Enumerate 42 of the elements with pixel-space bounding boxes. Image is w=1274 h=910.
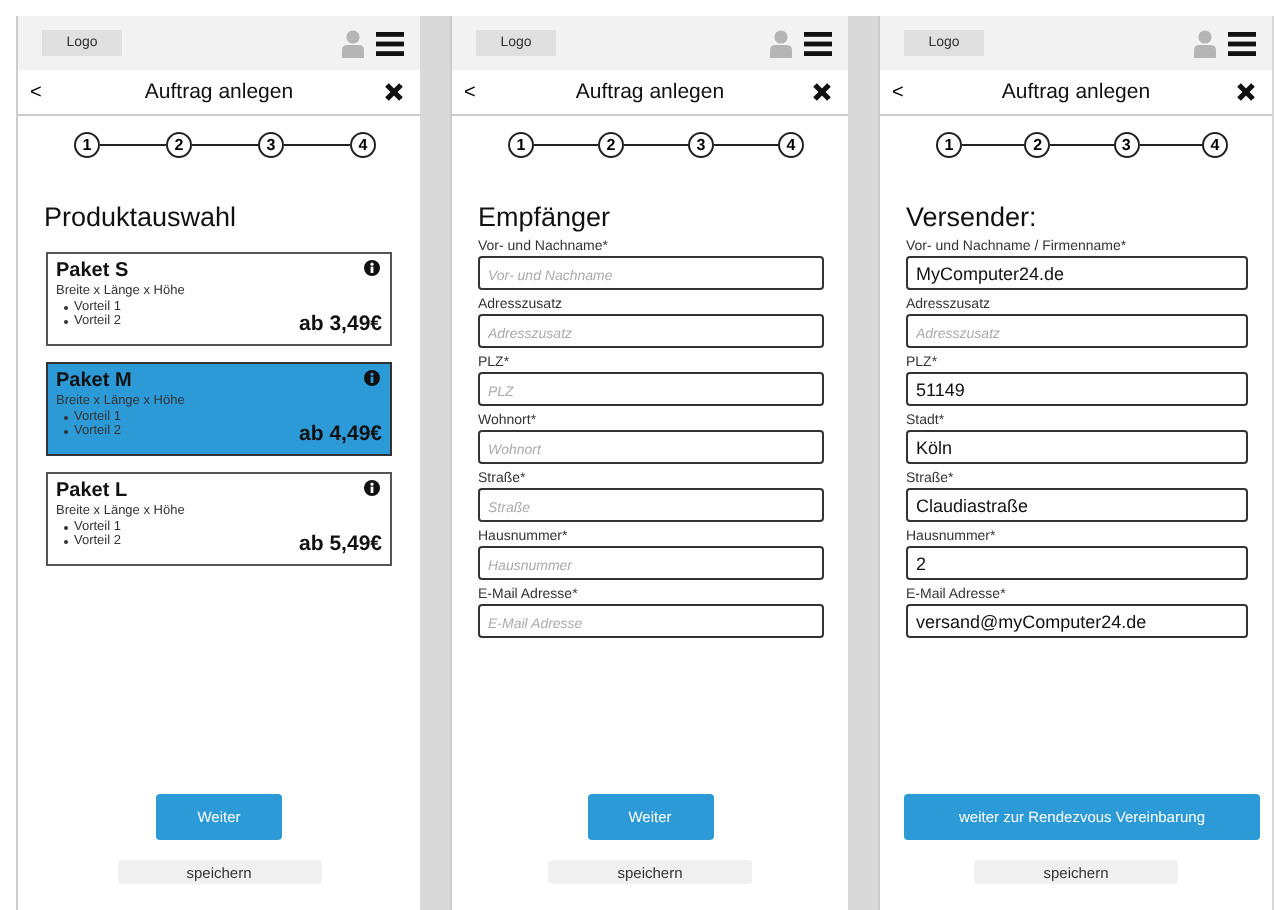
step-indicator: 1 [936,132,962,158]
page-title: Auftrag anlegen [573,80,727,104]
step-indicator: 2 [598,132,624,158]
input-field[interactable]: 51149 [906,372,1248,406]
info-icon[interactable] [364,370,380,386]
product-price: ab 3,49€ [299,312,382,336]
input-field[interactable]: versand@myComputer24.de [906,604,1248,638]
step-indicator: 3 [688,132,714,158]
product-name: Paket M [56,370,132,394]
input-field[interactable]: Köln [906,430,1248,464]
input-field[interactable]: 2 [906,546,1248,580]
step-indicator: 4 [778,132,804,158]
step-indicator: 1 [74,132,100,158]
product-price: ab 5,49€ [299,532,382,556]
step-indicator: 1 [508,132,534,158]
product-name: Paket S [56,260,129,284]
step-indicator: 4 [1201,132,1228,158]
info-icon[interactable] [364,260,380,276]
menu-icon[interactable] [376,31,404,55]
step-indicator: 2 [166,132,192,158]
product-name: Paket L [56,480,128,504]
section-heading: Versender: [904,202,1039,232]
input-field[interactable]: Claudiastraße [906,488,1248,522]
info-icon[interactable] [364,480,380,496]
step-indicator: 4 [350,132,376,158]
back-button[interactable]: < [892,81,916,103]
step-indicator: 3 [1113,132,1140,158]
close-icon[interactable] [384,82,404,102]
step-indicator: 3 [258,132,284,158]
step-indicator: 2 [1024,132,1051,158]
close-icon[interactable] [812,82,832,102]
back-button[interactable]: < [464,81,488,103]
page-title: Auftrag anlegen [999,80,1153,104]
menu-icon[interactable] [804,31,832,55]
close-icon[interactable] [1236,82,1256,102]
page-title: Auftrag anlegen [142,80,296,104]
back-button[interactable]: < [30,81,54,103]
section-heading: Empfänger [476,202,613,232]
section-heading: Produktauswahl [42,202,239,232]
menu-icon[interactable] [1228,31,1256,55]
product-price: ab 4,49€ [299,422,382,446]
input-field[interactable]: MyComputer24.de [906,256,1248,290]
